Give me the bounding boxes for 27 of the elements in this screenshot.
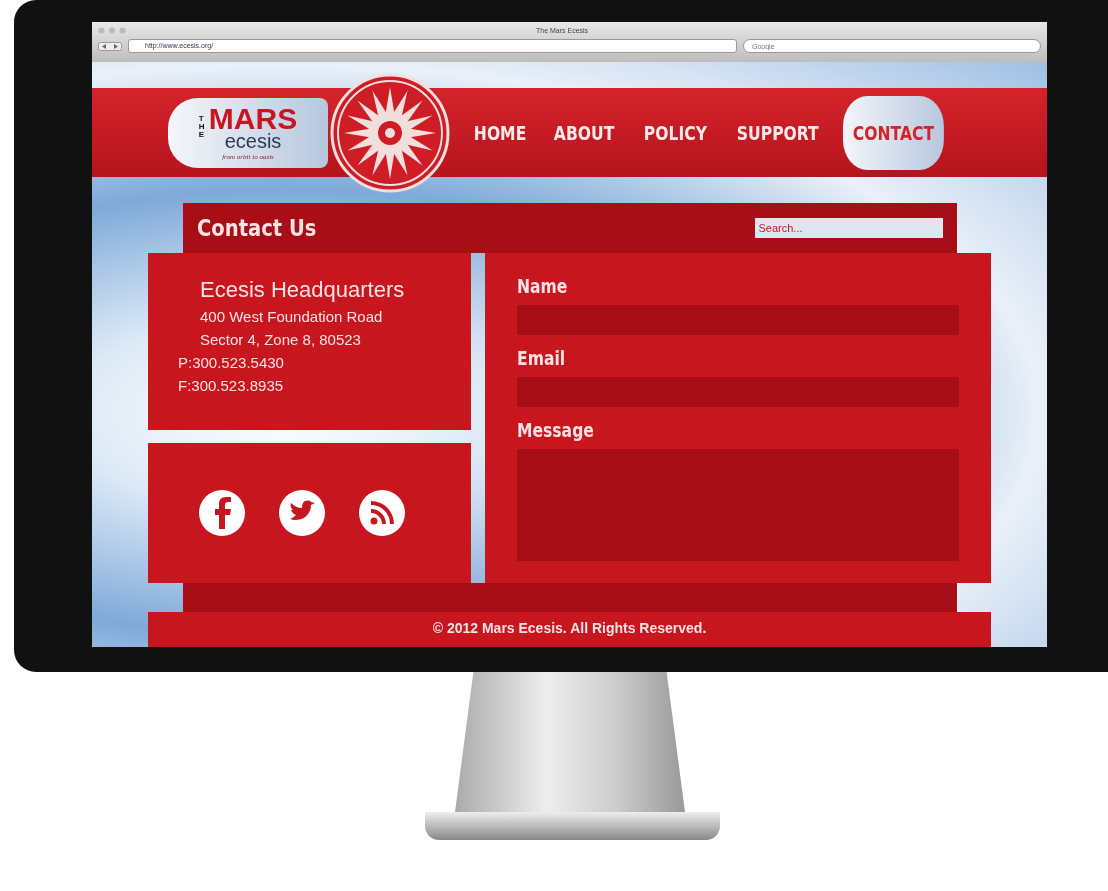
address-line: Sector 4, Zone 8, 80523 bbox=[200, 330, 362, 350]
facebook-icon[interactable] bbox=[198, 489, 246, 537]
sunburst-emblem-icon bbox=[330, 72, 450, 193]
nav-tab[interactable]: SUPPORT bbox=[726, 95, 829, 170]
fax-number: F:300.523.8935 bbox=[178, 376, 285, 396]
search-field[interactable]: Search... bbox=[754, 218, 943, 238]
copyright-text: © 2012 Mars Ecesis. All Rights Reserved. bbox=[432, 620, 707, 638]
message-field[interactable] bbox=[517, 449, 959, 561]
nav-tab[interactable]: POLICY bbox=[633, 95, 717, 170]
field-label: Name bbox=[517, 275, 569, 299]
page-heading: Contact Us bbox=[196, 215, 316, 241]
field-label: Email bbox=[517, 347, 567, 371]
logo-title: MARS bbox=[208, 104, 298, 132]
address-title: Ecesis Headquarters bbox=[200, 277, 406, 303]
input-field[interactable] bbox=[517, 377, 959, 407]
bird-icon[interactable] bbox=[278, 489, 326, 537]
rss-icon[interactable] bbox=[358, 489, 406, 537]
nav-tab[interactable]: CONTACT bbox=[842, 95, 944, 170]
nav-tab[interactable]: ABOUT bbox=[543, 95, 625, 170]
logo-subtitle: ecesis bbox=[224, 131, 282, 150]
phone-number: P:300.523.5430 bbox=[178, 353, 285, 373]
nav-tab[interactable]: HOME bbox=[464, 95, 537, 170]
address-line: 400 West Foundation Road bbox=[200, 307, 384, 327]
logo-prefix: THE bbox=[198, 115, 206, 139]
back-forward-icon[interactable] bbox=[98, 41, 122, 51]
input-field[interactable] bbox=[517, 305, 959, 335]
field-label: Message bbox=[517, 419, 595, 443]
